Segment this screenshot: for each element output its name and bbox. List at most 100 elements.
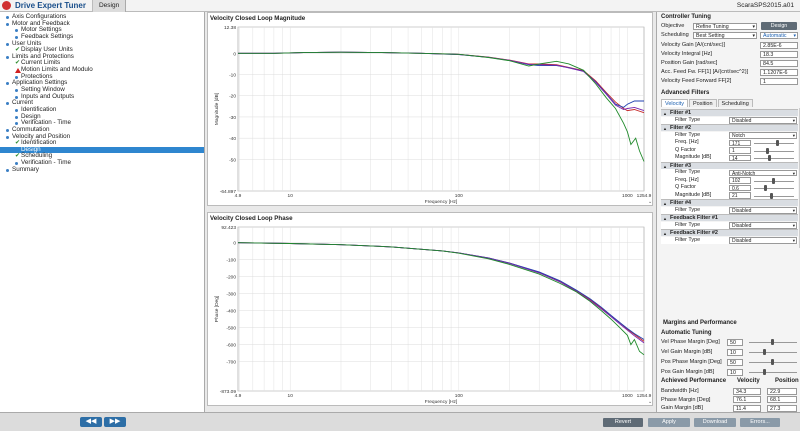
margin-input[interactable]: 10: [727, 348, 743, 356]
param-input[interactable]: 2.85E-6: [760, 41, 798, 49]
performance-row: Phase Margin [Deg] 76.1 68.1: [661, 396, 798, 404]
filter-section-header[interactable]: Filter #4: [661, 199, 798, 207]
magnitude-plot[interactable]: 12.380-10-20-30-40-50-64.8974.9 10 100 1000…: [208, 13, 654, 207]
app-brand: Drive Expert Tuner: [0, 0, 93, 12]
param-label: Acc. Feed Fw. FF[1] [A/(cnt/sec^2)]: [661, 69, 749, 75]
filter-row-label: Q Factor: [675, 184, 696, 190]
filter-row-label: Filter Type: [675, 221, 701, 228]
margin-slider-handle[interactable]: [770, 339, 774, 345]
scheduling-mode-select[interactable]: Automatic: [760, 31, 798, 40]
filter-type-select[interactable]: Anti-Notch: [729, 169, 797, 177]
param-input[interactable]: 1: [760, 77, 798, 85]
filter-section-header[interactable]: Feedback Filter #1: [661, 214, 798, 222]
bullet-icon: [6, 16, 9, 19]
filter-type-select[interactable]: Disabled: [729, 117, 797, 124]
bullet-icon: [6, 22, 9, 26]
filter-value-input[interactable]: 21: [729, 192, 751, 199]
velocity-value: 76.1: [733, 396, 761, 403]
bullet-icon: [15, 29, 18, 33]
param-row: Acc. Feed Fw. FF[1] [A/(cnt/sec^2)] 1.120…: [661, 68, 798, 76]
filter-row: Filter Type Disabled: [661, 206, 798, 214]
margin-label: Vel Phase Margin [Deg]: [661, 339, 720, 345]
filter-type-select[interactable]: Disabled: [729, 237, 797, 244]
filter-section-header[interactable]: Filter #3: [661, 161, 798, 170]
phase-plot-panel: Velocity Closed Loop Phase 92.423 0 -100 -2…: [207, 212, 653, 406]
filter-slider-handle[interactable]: [768, 155, 771, 161]
errors-button[interactable]: Errors...: [740, 418, 780, 427]
scheduling-label: Scheduling: [661, 32, 689, 38]
x-tick-label: 1000: [622, 193, 633, 199]
margin-slider-handle[interactable]: [770, 359, 774, 365]
achieved-performance-heading: Achieved Performance: [661, 378, 727, 384]
scheduling-select[interactable]: Best Setting: [693, 31, 757, 40]
margin-row: Pos Gain Margin [dB] 10: [661, 368, 798, 376]
subtab-scheduling[interactable]: Scheduling: [717, 99, 753, 107]
filter-row: Freq. [Hz] 102: [661, 176, 798, 184]
bullet-icon: [6, 128, 9, 132]
filter-type-select[interactable]: Disabled: [729, 222, 797, 229]
collapse-icon[interactable]: ⌄: [648, 199, 652, 205]
magnitude-plot-panel: Velocity Closed Loop Magnitude 12.38 0 -10…: [207, 12, 653, 206]
position-value: 22.9: [767, 387, 797, 395]
filter-row-label: Freq. [Hz]: [675, 176, 699, 183]
next-step-button[interactable]: ▶▶: [104, 417, 126, 427]
bullet-icon: [6, 168, 9, 172]
bullet-icon: [15, 95, 18, 99]
filter-value-input[interactable]: 0.6: [729, 184, 751, 192]
performance-label: Gain Margin [dB]: [661, 405, 703, 411]
filter-slider-handle[interactable]: [766, 147, 769, 154]
param-input[interactable]: 84.5: [760, 59, 798, 67]
design-button[interactable]: Design: [761, 22, 797, 30]
filter-slider-track[interactable]: [754, 143, 794, 144]
margin-row: Vel Gain Margin [dB] 10: [661, 348, 798, 356]
filter-slider-track[interactable]: [754, 195, 794, 197]
filter-section-header[interactable]: Filter #1: [661, 109, 798, 117]
filter-slider-handle[interactable]: [770, 192, 773, 199]
objective-row: Objective Refine Tuning Design: [661, 22, 798, 31]
filter-type-select[interactable]: Notch: [729, 132, 797, 139]
phase-plot[interactable]: 92.4230-100-200-300-400-500-600-700-873.…: [208, 213, 654, 407]
filter-row: Filter Type Anti-Notch: [661, 169, 798, 177]
velocity-column-header: Velocity: [737, 378, 760, 384]
tab-design[interactable]: Design: [92, 0, 127, 12]
y-tick-label: -600: [226, 343, 236, 349]
subtab-velocity[interactable]: Velocity: [661, 99, 688, 107]
filter-type-select[interactable]: Disabled: [729, 207, 797, 214]
collapse-icon[interactable]: ⌄: [648, 399, 652, 405]
filter-slider-handle[interactable]: [764, 185, 767, 191]
param-row: Velocity Gain [A/(cnt/sec)] 2.85E-6: [661, 41, 798, 49]
filter-slider-track[interactable]: [754, 188, 794, 189]
param-input[interactable]: 1.1207E-6: [760, 68, 798, 76]
title-bar: Drive Expert Tuner Design ScaraSPS2015.a…: [0, 0, 800, 12]
filter-section-header[interactable]: Feedback Filter #2: [661, 229, 798, 237]
filter-slider-handle[interactable]: [776, 140, 779, 146]
param-input[interactable]: 18.3: [760, 50, 798, 58]
filter-value-input[interactable]: 102: [729, 177, 751, 184]
bullet-icon: [6, 82, 9, 86]
filter-row-label: Q Factor: [675, 146, 696, 153]
margin-input[interactable]: 50: [727, 358, 743, 366]
y-axis-label: Magnitude [dB]: [214, 93, 220, 125]
objective-select[interactable]: Refine Tuning: [693, 22, 757, 31]
download-button[interactable]: Download: [694, 418, 736, 427]
filter-value-input[interactable]: 1: [729, 147, 751, 154]
filter-slider-handle[interactable]: [772, 177, 775, 184]
margin-slider-handle[interactable]: [763, 349, 767, 355]
filter-value-input[interactable]: 14: [729, 154, 751, 162]
filter-value-input[interactable]: 171: [729, 139, 751, 147]
margin-slider-handle[interactable]: [763, 369, 767, 375]
y-tick-label: -40: [229, 136, 236, 142]
margin-slider-track[interactable]: [749, 372, 797, 373]
margin-input[interactable]: 50: [727, 338, 743, 346]
filter-section-header[interactable]: Filter #2: [661, 124, 798, 132]
margin-input[interactable]: 10: [727, 368, 743, 376]
nav-item[interactable]: Summary: [0, 166, 204, 174]
param-label: Velocity Gain [A/(cnt/sec)]: [661, 42, 726, 48]
prev-step-button[interactable]: ◀◀: [80, 417, 102, 427]
filter-slider-track[interactable]: [754, 150, 794, 152]
apply-button[interactable]: Apply: [648, 418, 690, 427]
filter-slider-track[interactable]: [754, 158, 794, 159]
revert-button[interactable]: Revert: [603, 418, 643, 427]
margin-slider-track[interactable]: [749, 352, 797, 353]
subtab-position[interactable]: Position: [688, 99, 717, 107]
